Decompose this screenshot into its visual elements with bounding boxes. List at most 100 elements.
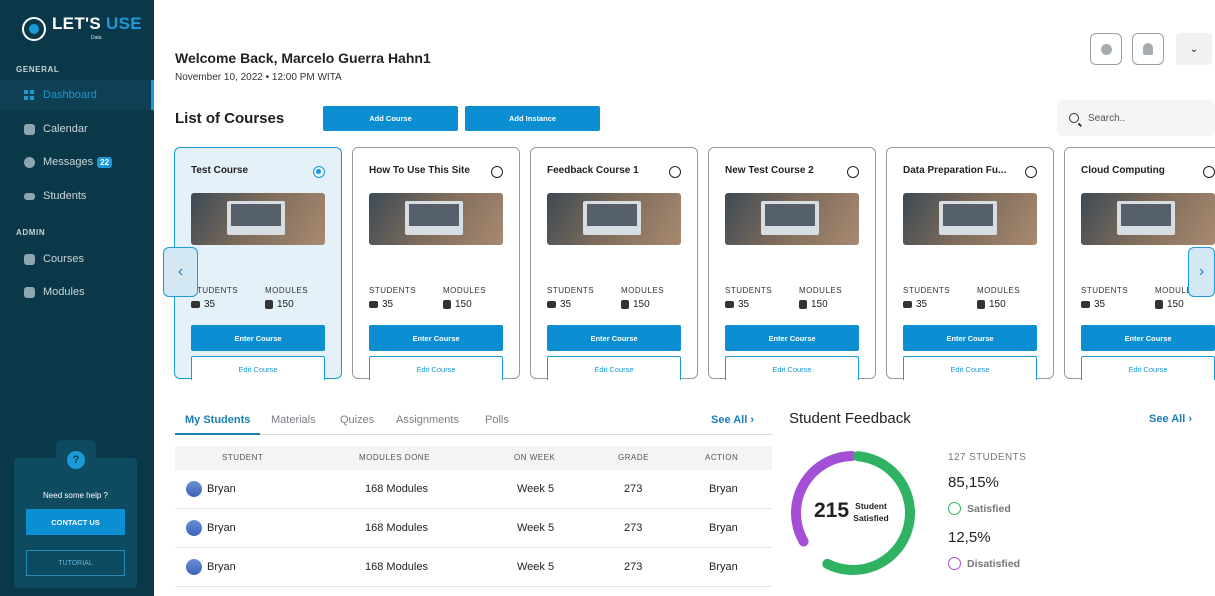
cell-modules: 168 Modules [365,483,428,495]
enter-course-button[interactable]: Enter Course [725,325,859,351]
students-value: 35 [738,299,750,310]
sidebar-item-messages[interactable]: Messages 22 [0,147,154,177]
modules-label: MODULES [621,286,665,295]
cell-action[interactable]: Bryan [709,522,738,534]
modules-count: 150 [977,299,1006,310]
students-label: STUDENTS [547,286,595,295]
students-count: 35 [191,299,215,310]
tab-quizes[interactable]: Quizes [340,414,374,426]
cell-modules: 168 Modules [365,522,428,534]
students-value: 35 [1094,299,1106,310]
sidebar-item-label: Dashboard [43,89,97,101]
table-header: STUDENT MODULES DONE ON WEEK GRADE ACTIO… [175,446,772,470]
table-row[interactable]: Bryan 168 Modules Week 5 273 Bryan [175,548,772,587]
course-select-radio[interactable] [1203,166,1215,178]
modules-label: MODULES [265,286,309,295]
edit-course-button[interactable]: Edit Course [903,356,1037,380]
modules-value: 150 [277,299,294,310]
contact-us-button[interactable]: CONTACT US [26,509,125,535]
clock-icon [1100,43,1112,55]
modules-value: 150 [633,299,650,310]
modules-count: 150 [799,299,828,310]
search-input[interactable]: Search.. [1088,113,1125,124]
students-count: 35 [547,299,571,310]
modules-count: 150 [1155,299,1184,310]
edit-course-button[interactable]: Edit Course [191,356,325,380]
course-card[interactable]: New Test Course 2 STUDENTS MODULES 35 150 Ent… [708,147,876,380]
brand-logo[interactable]: LET'S USE [22,15,142,41]
enter-course-button[interactable]: Enter Course [191,325,325,351]
table-row[interactable]: Bryan 168 Modules Week 5 273 Bryan [175,509,772,548]
tutorial-button[interactable]: TUTORIAL [26,550,125,576]
col-student: STUDENT [222,453,264,462]
sidebar-item-label: Calendar [43,123,88,135]
course-card[interactable]: How To Use This Site STUDENTS MODULES 35 150… [352,147,520,380]
clock-button[interactable] [1090,33,1122,65]
dissatisfied-percent: 12,5% [948,529,991,546]
cell-grade: 273 [624,483,643,495]
bell-icon [1143,43,1153,55]
course-card[interactable]: Feedback Course 1 STUDENTS MODULES 35 150 Ent… [530,147,698,380]
edit-course-button[interactable]: Edit Course [725,356,859,380]
edit-course-button[interactable]: Edit Course [547,356,681,380]
students-label: STUDENTS [725,286,773,295]
sidebar-item-label: Courses [43,253,84,265]
course-card[interactable]: Test Course STUDENTS MODULES 35 150 Enter Cou… [174,147,342,380]
carousel-prev-button[interactable]: ‹ [163,247,198,297]
welcome-heading: Welcome Back, Marcelo Guerra Hahn1 [175,50,431,66]
cell-week: Week 5 [517,561,555,573]
modules-icon [1155,300,1163,309]
course-select-radio[interactable] [669,166,681,178]
modules-label: MODULES [443,286,487,295]
edit-course-button[interactable]: Edit Course [369,356,503,380]
sidebar-item-calendar[interactable]: Calendar [0,114,154,144]
notification-button[interactable] [1132,33,1164,65]
add-instance-button[interactable]: Add Instance [465,106,600,131]
feedback-see-all-link[interactable]: See All › [1149,413,1192,425]
app-root: LET'S USE Data GENERAL Dashboard Calenda… [0,0,1215,596]
sidebar-item-courses[interactable]: Courses [0,244,154,274]
active-tab-indicator [175,433,260,435]
avatar [186,481,202,497]
profile-dropdown[interactable]: ⌄ [1176,33,1212,65]
students-see-all-link[interactable]: See All › [711,414,754,426]
sidebar-item-modules[interactable]: Modules [0,277,154,307]
carousel-next-button[interactable]: › [1188,247,1215,297]
help-text: Need some help ? [43,491,108,500]
cell-action[interactable]: Bryan [709,483,738,495]
cell-action[interactable]: Bryan [709,561,738,573]
search-box[interactable]: Search.. [1057,100,1215,136]
modules-value: 150 [1167,299,1184,310]
add-course-button[interactable]: Add Course [323,106,458,131]
course-select-radio[interactable] [491,166,503,178]
courses-icon [24,253,35,265]
calendar-icon [24,123,35,135]
modules-count: 150 [265,299,294,310]
course-select-radio[interactable] [313,166,325,178]
sidebar-item-students[interactable]: Students [0,181,154,211]
enter-course-button[interactable]: Enter Course [1081,325,1215,351]
course-select-radio[interactable] [1025,166,1037,178]
sidebar-item-dashboard[interactable]: Dashboard [0,80,154,110]
messages-icon [24,156,35,168]
table-row[interactable]: Bryan 168 Modules Week 5 273 Bryan [175,470,772,509]
enter-course-button[interactable]: Enter Course [547,325,681,351]
modules-label: MODULES [977,286,1021,295]
messages-count-badge: 22 [97,156,113,168]
students-value: 35 [916,299,928,310]
cell-student: Bryan [207,483,236,495]
students-count: 35 [725,299,749,310]
enter-course-button[interactable]: Enter Course [369,325,503,351]
modules-icon [265,300,273,309]
enter-course-button[interactable]: Enter Course [903,325,1037,351]
cell-week: Week 5 [517,483,555,495]
dashboard-icon [24,89,35,101]
tab-assignments[interactable]: Assignments [396,414,459,426]
course-card[interactable]: Data Preparation Fu... STUDENTS MODULES 35 1… [886,147,1054,380]
tab-my-students[interactable]: My Students [185,414,250,426]
modules-value: 150 [811,299,828,310]
course-select-radio[interactable] [847,166,859,178]
tab-polls[interactable]: Polls [485,414,509,426]
tab-materials[interactable]: Materials [271,414,316,426]
edit-course-button[interactable]: Edit Course [1081,356,1215,380]
